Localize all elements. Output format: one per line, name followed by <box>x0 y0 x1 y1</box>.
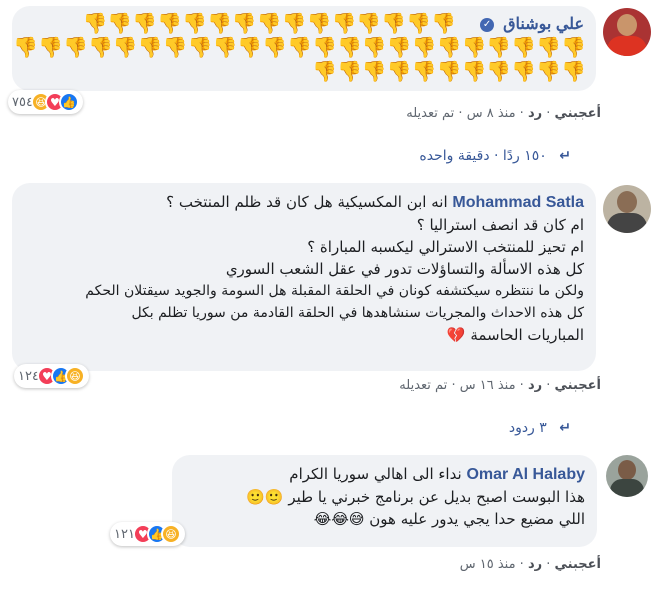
comment-text-line: كل هذه الاسألة والتساؤلات تدور في عقل ال… <box>225 260 584 278</box>
comment-meta: أعجبني · رد · منذ ١٥ س <box>459 557 601 572</box>
reactions-count: ٧٥٤ <box>12 94 33 110</box>
timestamp[interactable]: منذ ٨ س <box>467 106 516 121</box>
comment-meta: أعجبني · رد · منذ ١٦ س · تم تعديله <box>399 378 601 393</box>
replies-summary: ٣ ردود <box>508 420 547 436</box>
comment-text-line: اللي مضيع حدا يجي يدور عليه هون 😅😂😂 <box>313 510 585 528</box>
comment-author-row: علي بوشناق ✓ <box>476 14 584 34</box>
timestamp[interactable]: منذ ١٥ س <box>460 557 516 572</box>
like-icon: 👍 <box>146 524 167 544</box>
comment-emoji-line: 👎👎👎👎👎👎👎👎👎👎👎👎👎👎👎 <box>82 11 456 35</box>
replies-summary: ١٥٠ ردًا · دقيقة واحده <box>419 148 547 164</box>
reactions-summary[interactable]: ١٢٤ ♥ 👍 😆 <box>14 364 89 388</box>
comment-meta: أعجبني · رد · منذ ٨ س · تم تعديله <box>406 106 601 121</box>
comment-author[interactable]: Omar Al Halaby <box>466 466 585 483</box>
comment-bubble: علي بوشناق ✓ 👎👎👎👎👎👎👎👎👎👎👎👎👎👎👎 👎👎👎👎👎👎👎👎👎👎👎… <box>12 6 596 91</box>
comment-body: Mohammad Satla انه ابن المكسيكية هل كان … <box>24 191 584 346</box>
haha-icon: 😆 <box>160 524 181 544</box>
comment-text-line: نداء الى اهالي سوريا الكرام <box>289 465 462 483</box>
comment-emoji-line: 👎👎👎👎👎👎👎👎👎👎👎 <box>312 59 586 83</box>
reply-arrow-icon: ↵ <box>559 148 571 164</box>
avatar[interactable] <box>606 455 648 497</box>
comment-text-line: ولكن ما ننتظره سيكتشفه كونان في الحلقة ا… <box>85 283 584 299</box>
like-link[interactable]: أعجبني <box>555 378 601 393</box>
avatar[interactable] <box>603 185 651 233</box>
reactions-summary[interactable]: ١٢١ ♥ 👍 😆 <box>110 522 185 546</box>
like-link[interactable]: أعجبني <box>555 106 601 121</box>
avatar[interactable] <box>603 8 651 56</box>
reactions-count: ١٢١ <box>114 526 135 542</box>
comment-text-line: ام تحيز للمنتخب الاسترالي ليكسبه المبارا… <box>307 238 584 256</box>
comment-first-line: Mohammad Satla انه ابن المكسيكية هل كان … <box>24 191 584 214</box>
love-icon: ♥ <box>36 366 57 386</box>
view-replies-link[interactable]: ↵ ٣ ردود <box>509 420 571 436</box>
comment-text-line: هذا البوست اصبح بديل عن برنامج خبرني يا … <box>246 488 585 506</box>
comment-text-line: ام كان قد انصف استراليا ؟ <box>416 216 584 234</box>
comment-author[interactable]: Mohammad Satla <box>452 194 584 211</box>
comment-emoji-line: 👎👎👎👎👎👎👎👎👎👎👎👎👎👎👎👎👎👎👎👎👎👎👎 <box>13 35 586 59</box>
comment-text-line: المباريات الحاسمة 💔 <box>446 326 584 344</box>
timestamp[interactable]: منذ ١٦ س <box>460 378 516 393</box>
reply-link[interactable]: رد <box>528 378 542 393</box>
reply-link[interactable]: رد <box>528 557 542 572</box>
comment-author[interactable]: علي بوشناق <box>503 16 584 33</box>
like-icon: 👍 <box>50 366 71 386</box>
comment-first-line: Omar Al Halaby نداء الى اهالي سوريا الكر… <box>184 463 585 486</box>
like-icon: 👍 <box>58 92 79 112</box>
edited-label[interactable]: تم تعديله <box>399 378 447 393</box>
comment-bubble: Mohammad Satla انه ابن المكسيكية هل كان … <box>12 183 596 371</box>
reply-arrow-icon: ↵ <box>559 420 571 436</box>
view-replies-link[interactable]: ↵ ١٥٠ ردًا · دقيقة واحده <box>419 148 571 164</box>
comment-text-line: كل هذه الاحداث والمجريات سنشاهدها في الح… <box>131 305 584 321</box>
reply-link[interactable]: رد <box>528 106 542 121</box>
comment-1: علي بوشناق ✓ 👎👎👎👎👎👎👎👎👎👎👎👎👎👎👎 👎👎👎👎👎👎👎👎👎👎👎… <box>0 0 661 164</box>
comment-body: Omar Al Halaby نداء الى اهالي سوريا الكر… <box>184 463 585 530</box>
haha-icon: 😆 <box>64 366 85 386</box>
comment-bubble: Omar Al Halaby نداء الى اهالي سوريا الكر… <box>172 455 597 547</box>
like-link[interactable]: أعجبني <box>555 557 601 572</box>
verified-badge-icon: ✓ <box>480 17 495 32</box>
edited-label[interactable]: تم تعديله <box>406 106 454 121</box>
reactions-summary[interactable]: ٧٥٤ 😆 ♥ 👍 <box>8 90 83 114</box>
love-icon: ♥ <box>132 524 153 544</box>
reactions-count: ١٢٤ <box>18 368 39 384</box>
comment-text-line: انه ابن المكسيكية هل كان قد ظلم المنتخب … <box>166 193 448 211</box>
